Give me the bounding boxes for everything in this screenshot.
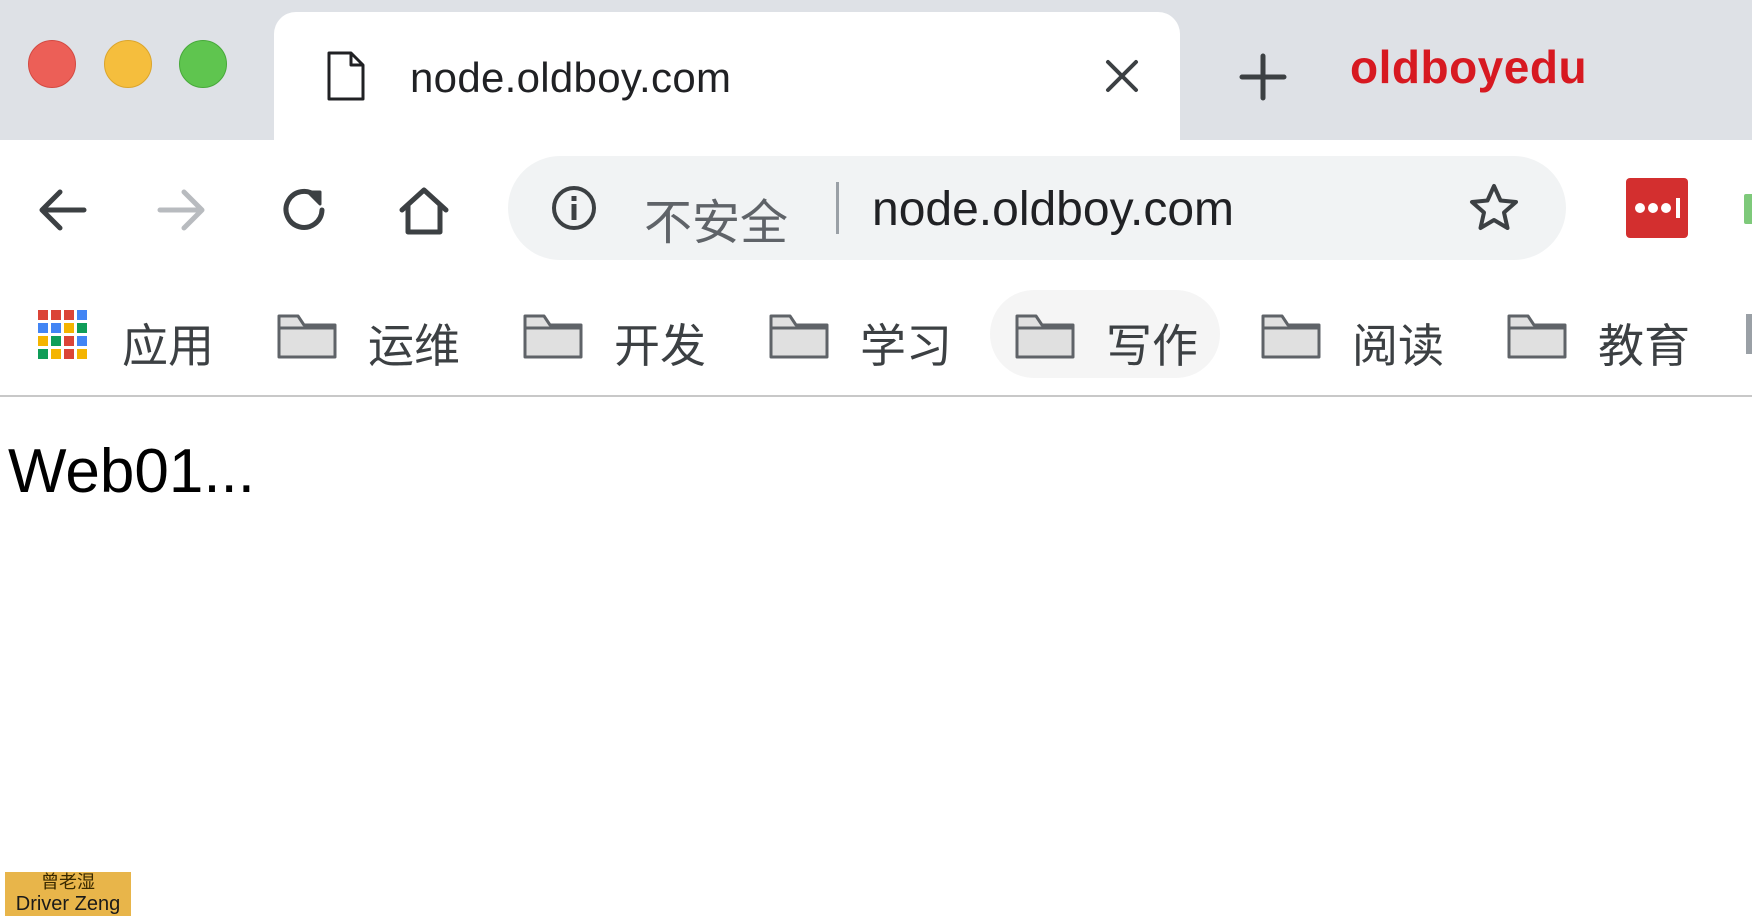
toolbar: 不安全 node.oldboy.com <box>0 140 1752 280</box>
page-icon <box>326 50 366 107</box>
page-text: Web01... <box>8 437 256 506</box>
bookmark-label: 开发 <box>614 320 706 372</box>
tab-title: node.oldboy.com <box>410 54 732 101</box>
watermark-line1: 曾老湿 <box>41 872 95 892</box>
folder-icon <box>1015 314 1075 359</box>
bookmark-label: 阅读 <box>1352 320 1444 372</box>
home-icon[interactable] <box>394 180 454 240</box>
omnibox-divider <box>836 182 839 234</box>
active-tab[interactable]: node.oldboy.com <box>274 12 1180 140</box>
bookmark-folder-study[interactable]: 学习 <box>760 290 960 378</box>
bookmark-label: 写作 <box>1106 320 1198 372</box>
url-text[interactable]: node.oldboy.com <box>872 182 1234 237</box>
apps-grid-icon <box>38 310 88 360</box>
watermark: 曾老湿 Driver Zeng <box>5 872 131 916</box>
lastpass-icon[interactable] <box>1626 178 1688 238</box>
bookmark-folder-dev[interactable]: 开发 <box>514 290 714 378</box>
folder-icon <box>1261 314 1321 359</box>
folder-icon <box>277 314 337 359</box>
extension-partial-icon[interactable] <box>1744 194 1752 224</box>
folder-icon <box>1507 314 1567 359</box>
bookmarks-overflow-edge <box>1746 314 1752 354</box>
bookmark-apps[interactable]: 应用 <box>34 290 224 378</box>
window-minimize-button[interactable] <box>104 40 152 88</box>
address-bar[interactable]: 不安全 node.oldboy.com <box>508 156 1566 260</box>
folder-icon <box>769 314 829 359</box>
security-label: 不安全 <box>644 197 789 250</box>
brand-label: oldboyedu <box>1350 41 1588 93</box>
tab-strip: node.oldboy.com oldboyedu <box>0 0 1752 140</box>
bookmark-folder-reading[interactable]: 阅读 <box>1252 290 1452 378</box>
bookmark-label: 教育 <box>1598 320 1690 372</box>
info-icon[interactable] <box>550 184 598 232</box>
arrow-left-icon[interactable] <box>32 180 92 240</box>
bookmark-label: 应用 <box>122 320 214 372</box>
window-zoom-button[interactable] <box>179 40 227 88</box>
bookmarks-bar: 应用 运维 开发 学习 写作 阅读 教育 <box>0 280 1752 397</box>
folder-icon <box>523 314 583 359</box>
bookmark-label: 运维 <box>368 320 460 372</box>
plus-icon[interactable] <box>1238 52 1288 102</box>
close-icon[interactable] <box>1102 56 1142 96</box>
watermark-line2: Driver Zeng <box>15 893 121 915</box>
bookmark-folder-ops[interactable]: 运维 <box>268 290 468 378</box>
arrow-right-icon[interactable] <box>152 180 212 240</box>
bookmark-folder-education[interactable]: 教育 <box>1498 290 1718 378</box>
bookmark-label: 学习 <box>860 320 952 372</box>
reload-icon[interactable] <box>274 180 334 240</box>
window-close-button[interactable] <box>28 40 76 88</box>
star-icon[interactable] <box>1468 182 1520 234</box>
bookmark-folder-writing[interactable]: 写作 <box>990 290 1220 378</box>
